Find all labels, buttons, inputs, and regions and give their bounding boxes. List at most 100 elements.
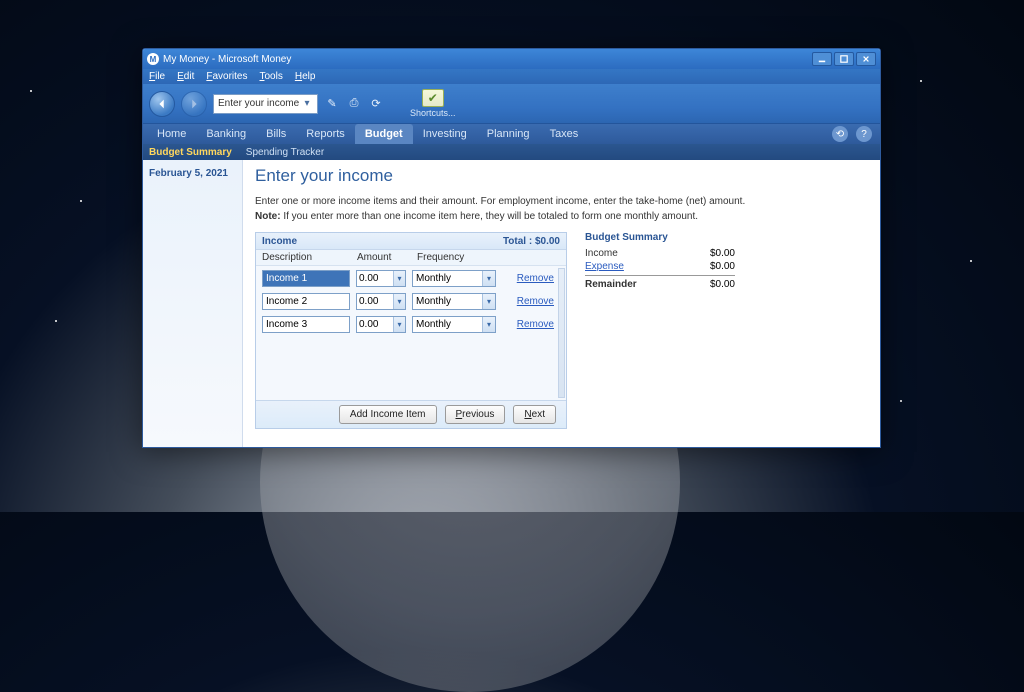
chevron-down-icon[interactable]: ▾: [482, 271, 495, 286]
col-description: Description: [262, 252, 357, 263]
sync-icon[interactable]: ⟲: [832, 126, 848, 142]
amount-input[interactable]: [357, 319, 393, 330]
chevron-down-icon[interactable]: ▾: [393, 317, 405, 332]
chevron-down-icon[interactable]: ▾: [482, 294, 495, 309]
income-rows: ▾Monthly▾Remove▾Monthly▾Remove▾Monthly▾R…: [256, 266, 566, 400]
previous-button[interactable]: Previous: [445, 405, 506, 424]
intro-text: Enter one or more income items and their…: [255, 194, 868, 209]
app-icon: M: [147, 53, 159, 65]
amount-input[interactable]: [357, 273, 393, 284]
menu-tools[interactable]: Tools: [259, 71, 282, 82]
add-income-button[interactable]: Add Income Item: [339, 405, 437, 424]
summary-remainder-value: $0.00: [685, 279, 735, 290]
panel-header: Income Total : $0.00: [256, 233, 566, 250]
primary-tabs: Home Banking Bills Reports Budget Invest…: [143, 124, 880, 144]
amount-field[interactable]: ▾: [356, 270, 406, 287]
column-headers: Description Amount Frequency: [256, 250, 566, 266]
tab-budget[interactable]: Budget: [355, 124, 413, 144]
page-intro: Enter one or more income items and their…: [255, 194, 868, 224]
frequency-value: Monthly: [413, 296, 482, 307]
menubar: File Edit Favorites Tools Help: [143, 69, 880, 84]
summary-expense-link[interactable]: Expense: [585, 261, 685, 272]
note-label: Note:: [255, 211, 281, 222]
summary-income-label: Income: [585, 248, 685, 259]
menu-favorites[interactable]: Favorites: [206, 71, 247, 82]
remove-link[interactable]: Remove: [517, 296, 554, 307]
toolbar: Enter your income ▾ ✎ ⎙ ⟳ ✔ Shortcuts...: [143, 84, 880, 124]
summary-heading: Budget Summary: [585, 232, 868, 243]
amount-field[interactable]: ▾: [356, 316, 406, 333]
tab-investing[interactable]: Investing: [413, 124, 477, 144]
chevron-down-icon[interactable]: ▾: [301, 98, 313, 109]
window-title: My Money - Microsoft Money: [163, 54, 810, 65]
panel-total: Total : $0.00: [503, 236, 560, 247]
tab-bills[interactable]: Bills: [256, 124, 296, 144]
menu-file[interactable]: File: [149, 71, 165, 82]
next-button[interactable]: Next: [513, 405, 556, 424]
remove-link[interactable]: Remove: [517, 273, 554, 284]
secondary-tabs: Budget Summary Spending Tracker: [143, 144, 880, 160]
col-frequency: Frequency: [417, 252, 512, 263]
page-title: Enter your income: [255, 166, 868, 186]
chevron-down-icon[interactable]: ▾: [482, 317, 495, 332]
col-amount: Amount: [357, 252, 417, 263]
content-area: February 5, 2021 Enter your income Enter…: [143, 160, 880, 447]
back-button[interactable]: [149, 91, 175, 117]
tab-taxes[interactable]: Taxes: [540, 124, 589, 144]
subtab-spending-tracker[interactable]: Spending Tracker: [246, 147, 324, 158]
shortcuts-label: Shortcuts...: [410, 108, 456, 118]
menu-edit[interactable]: Edit: [177, 71, 194, 82]
income-row: ▾Monthly▾Remove: [262, 270, 560, 287]
summary-remainder-label: Remainder: [585, 279, 685, 290]
edit-icon[interactable]: ✎: [324, 96, 340, 112]
close-button[interactable]: [856, 52, 876, 66]
income-panel: Income Total : $0.00 Description Amount …: [255, 232, 567, 429]
budget-summary: Budget Summary Income $0.00 Expense $0.0…: [585, 232, 868, 429]
frequency-select[interactable]: Monthly▾: [412, 316, 496, 333]
main-panel: Enter your income Enter one or more inco…: [243, 160, 880, 447]
address-text: Enter your income: [218, 98, 299, 109]
forward-button[interactable]: [181, 91, 207, 117]
summary-divider: [585, 275, 735, 276]
description-input[interactable]: [262, 316, 350, 333]
shortcuts-button[interactable]: ✔ Shortcuts...: [410, 89, 456, 118]
minimize-button[interactable]: [812, 52, 832, 66]
chevron-down-icon[interactable]: ▾: [393, 294, 405, 309]
summary-income-value: $0.00: [685, 248, 735, 259]
app-window: M My Money - Microsoft Money File Edit F…: [142, 48, 881, 448]
amount-input[interactable]: [357, 296, 393, 307]
summary-income-row: Income $0.00: [585, 247, 868, 260]
refresh-icon[interactable]: ⟳: [368, 96, 384, 112]
description-input[interactable]: [262, 270, 350, 287]
income-row: ▾Monthly▾Remove: [262, 316, 560, 333]
tab-home[interactable]: Home: [147, 124, 196, 144]
print-icon[interactable]: ⎙: [346, 96, 362, 112]
chevron-down-icon[interactable]: ▾: [393, 271, 405, 286]
frequency-select[interactable]: Monthly▾: [412, 270, 496, 287]
menu-help[interactable]: Help: [295, 71, 316, 82]
summary-expense-value: $0.00: [685, 261, 735, 272]
frequency-select[interactable]: Monthly▾: [412, 293, 496, 310]
help-icon[interactable]: ?: [856, 126, 872, 142]
address-box[interactable]: Enter your income ▾: [213, 94, 318, 114]
current-date: February 5, 2021: [149, 168, 236, 179]
amount-field[interactable]: ▾: [356, 293, 406, 310]
summary-remainder-row: Remainder $0.00: [585, 278, 868, 291]
tab-banking[interactable]: Banking: [196, 124, 256, 144]
left-sidebar: February 5, 2021: [143, 160, 243, 447]
panel-title: Income: [262, 236, 297, 247]
income-row: ▾Monthly▾Remove: [262, 293, 560, 310]
check-icon: ✔: [422, 89, 444, 107]
description-input[interactable]: [262, 293, 350, 310]
tab-planning[interactable]: Planning: [477, 124, 540, 144]
note-text: If you enter more than one income item h…: [281, 211, 698, 222]
subtab-budget-summary[interactable]: Budget Summary: [149, 147, 232, 158]
frequency-value: Monthly: [413, 319, 482, 330]
panel-footer: Add Income Item Previous Next: [256, 400, 566, 428]
summary-expense-row: Expense $0.00: [585, 260, 868, 273]
tab-reports[interactable]: Reports: [296, 124, 355, 144]
maximize-button[interactable]: [834, 52, 854, 66]
remove-link[interactable]: Remove: [517, 319, 554, 330]
titlebar[interactable]: M My Money - Microsoft Money: [143, 49, 880, 69]
frequency-value: Monthly: [413, 273, 482, 284]
